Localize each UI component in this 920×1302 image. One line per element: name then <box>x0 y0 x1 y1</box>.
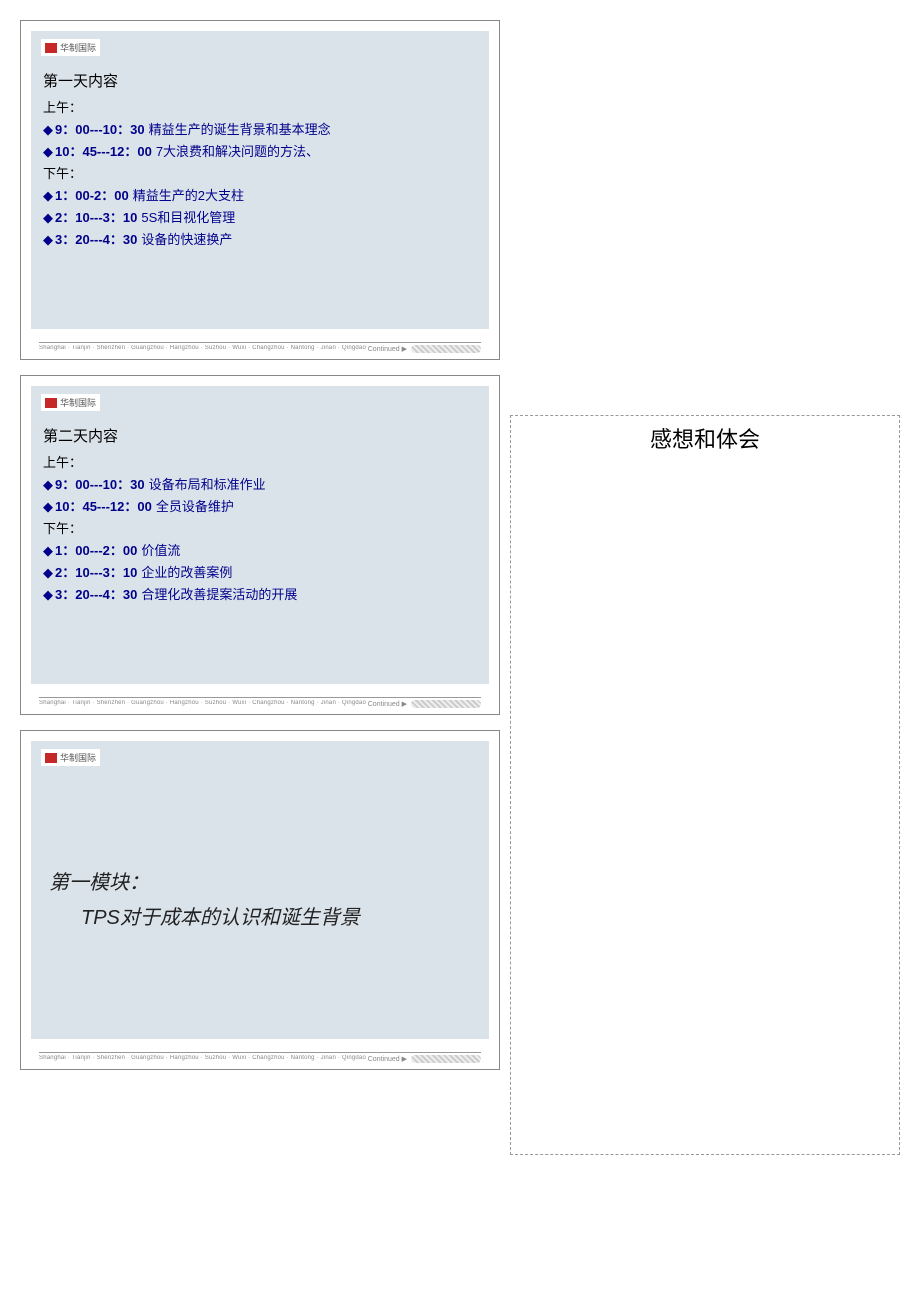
logo-text: 华制国际 <box>60 41 96 54</box>
logo-text: 华制国际 <box>60 751 96 764</box>
logo: 华制国际 <box>41 394 100 411</box>
slide-module1: 华制国际 第一模块： TPS对于成本的认识和诞生背景 Shanghai · Ti… <box>20 730 500 1070</box>
logo: 华制国际 <box>41 749 100 766</box>
notes-panel: 感想和体会 <box>510 415 900 1155</box>
slide-day1: 华制国际 第一天内容 上午： ◆ 9：00---10：30 精益生产的诞生背景和… <box>20 20 500 360</box>
slide1-pm: 下午： <box>43 163 479 182</box>
slide2-item3: ◆ 1：00---2：00 价值流 <box>43 540 479 559</box>
slide1-item2: ◆ 10：45---12：00 7大浪费和解决问题的方法、 <box>43 141 479 160</box>
slide2-am: 上午： <box>43 452 479 471</box>
slide2-item1: ◆ 9：00---10：30 设备布局和标准作业 <box>43 474 479 493</box>
diamond-icon: ◆ <box>43 122 53 138</box>
diamond-icon: ◆ <box>43 210 53 226</box>
diamond-icon: ◆ <box>43 144 53 160</box>
diamond-icon: ◆ <box>43 188 53 204</box>
slide1-am: 上午： <box>43 97 479 116</box>
continued-indicator: Continued ▶ <box>368 1055 481 1063</box>
slide2-item4: ◆ 2：10---3：10 企业的改善案例 <box>43 562 479 581</box>
slide1-item4: ◆ 2：10---3：10 5S和目视化管理 <box>43 207 479 226</box>
module-label: 第一模块： <box>49 866 479 895</box>
slide1-item1: ◆ 9：00---10：30 精益生产的诞生背景和基本理念 <box>43 119 479 138</box>
module-title: TPS对于成本的认识和诞生背景 <box>81 901 479 930</box>
logo-text: 华制国际 <box>60 396 96 409</box>
logo-mark-icon <box>45 398 57 408</box>
progress-bar-icon <box>411 1055 481 1063</box>
continued-indicator: Continued ▶ <box>368 700 481 708</box>
progress-bar-icon <box>411 700 481 708</box>
logo-mark-icon <box>45 43 57 53</box>
slide2-item5: ◆ 3：20---4：30 合理化改善提案活动的开展 <box>43 584 479 603</box>
continued-indicator: Continued ▶ <box>368 345 481 353</box>
diamond-icon: ◆ <box>43 232 53 248</box>
logo-mark-icon <box>45 753 57 763</box>
slide1-item5: ◆ 3：20---4：30 设备的快速换产 <box>43 229 479 248</box>
slide-day2: 华制国际 第二天内容 上午： ◆ 9：00---10：30 设备布局和标准作业 … <box>20 375 500 715</box>
diamond-icon: ◆ <box>43 565 53 581</box>
slide1-item3: ◆ 1：00-2：00 精益生产的2大支柱 <box>43 185 479 204</box>
slide2-pm: 下午： <box>43 518 479 537</box>
slide1-title: 第一天内容 <box>43 70 479 91</box>
diamond-icon: ◆ <box>43 587 53 603</box>
slide2-item2: ◆ 10：45---12：00 全员设备维护 <box>43 496 479 515</box>
diamond-icon: ◆ <box>43 499 53 515</box>
progress-bar-icon <box>411 345 481 353</box>
diamond-icon: ◆ <box>43 477 53 493</box>
logo: 华制国际 <box>41 39 100 56</box>
diamond-icon: ◆ <box>43 543 53 559</box>
notes-title: 感想和体会 <box>511 422 899 454</box>
slide2-title: 第二天内容 <box>43 425 479 446</box>
